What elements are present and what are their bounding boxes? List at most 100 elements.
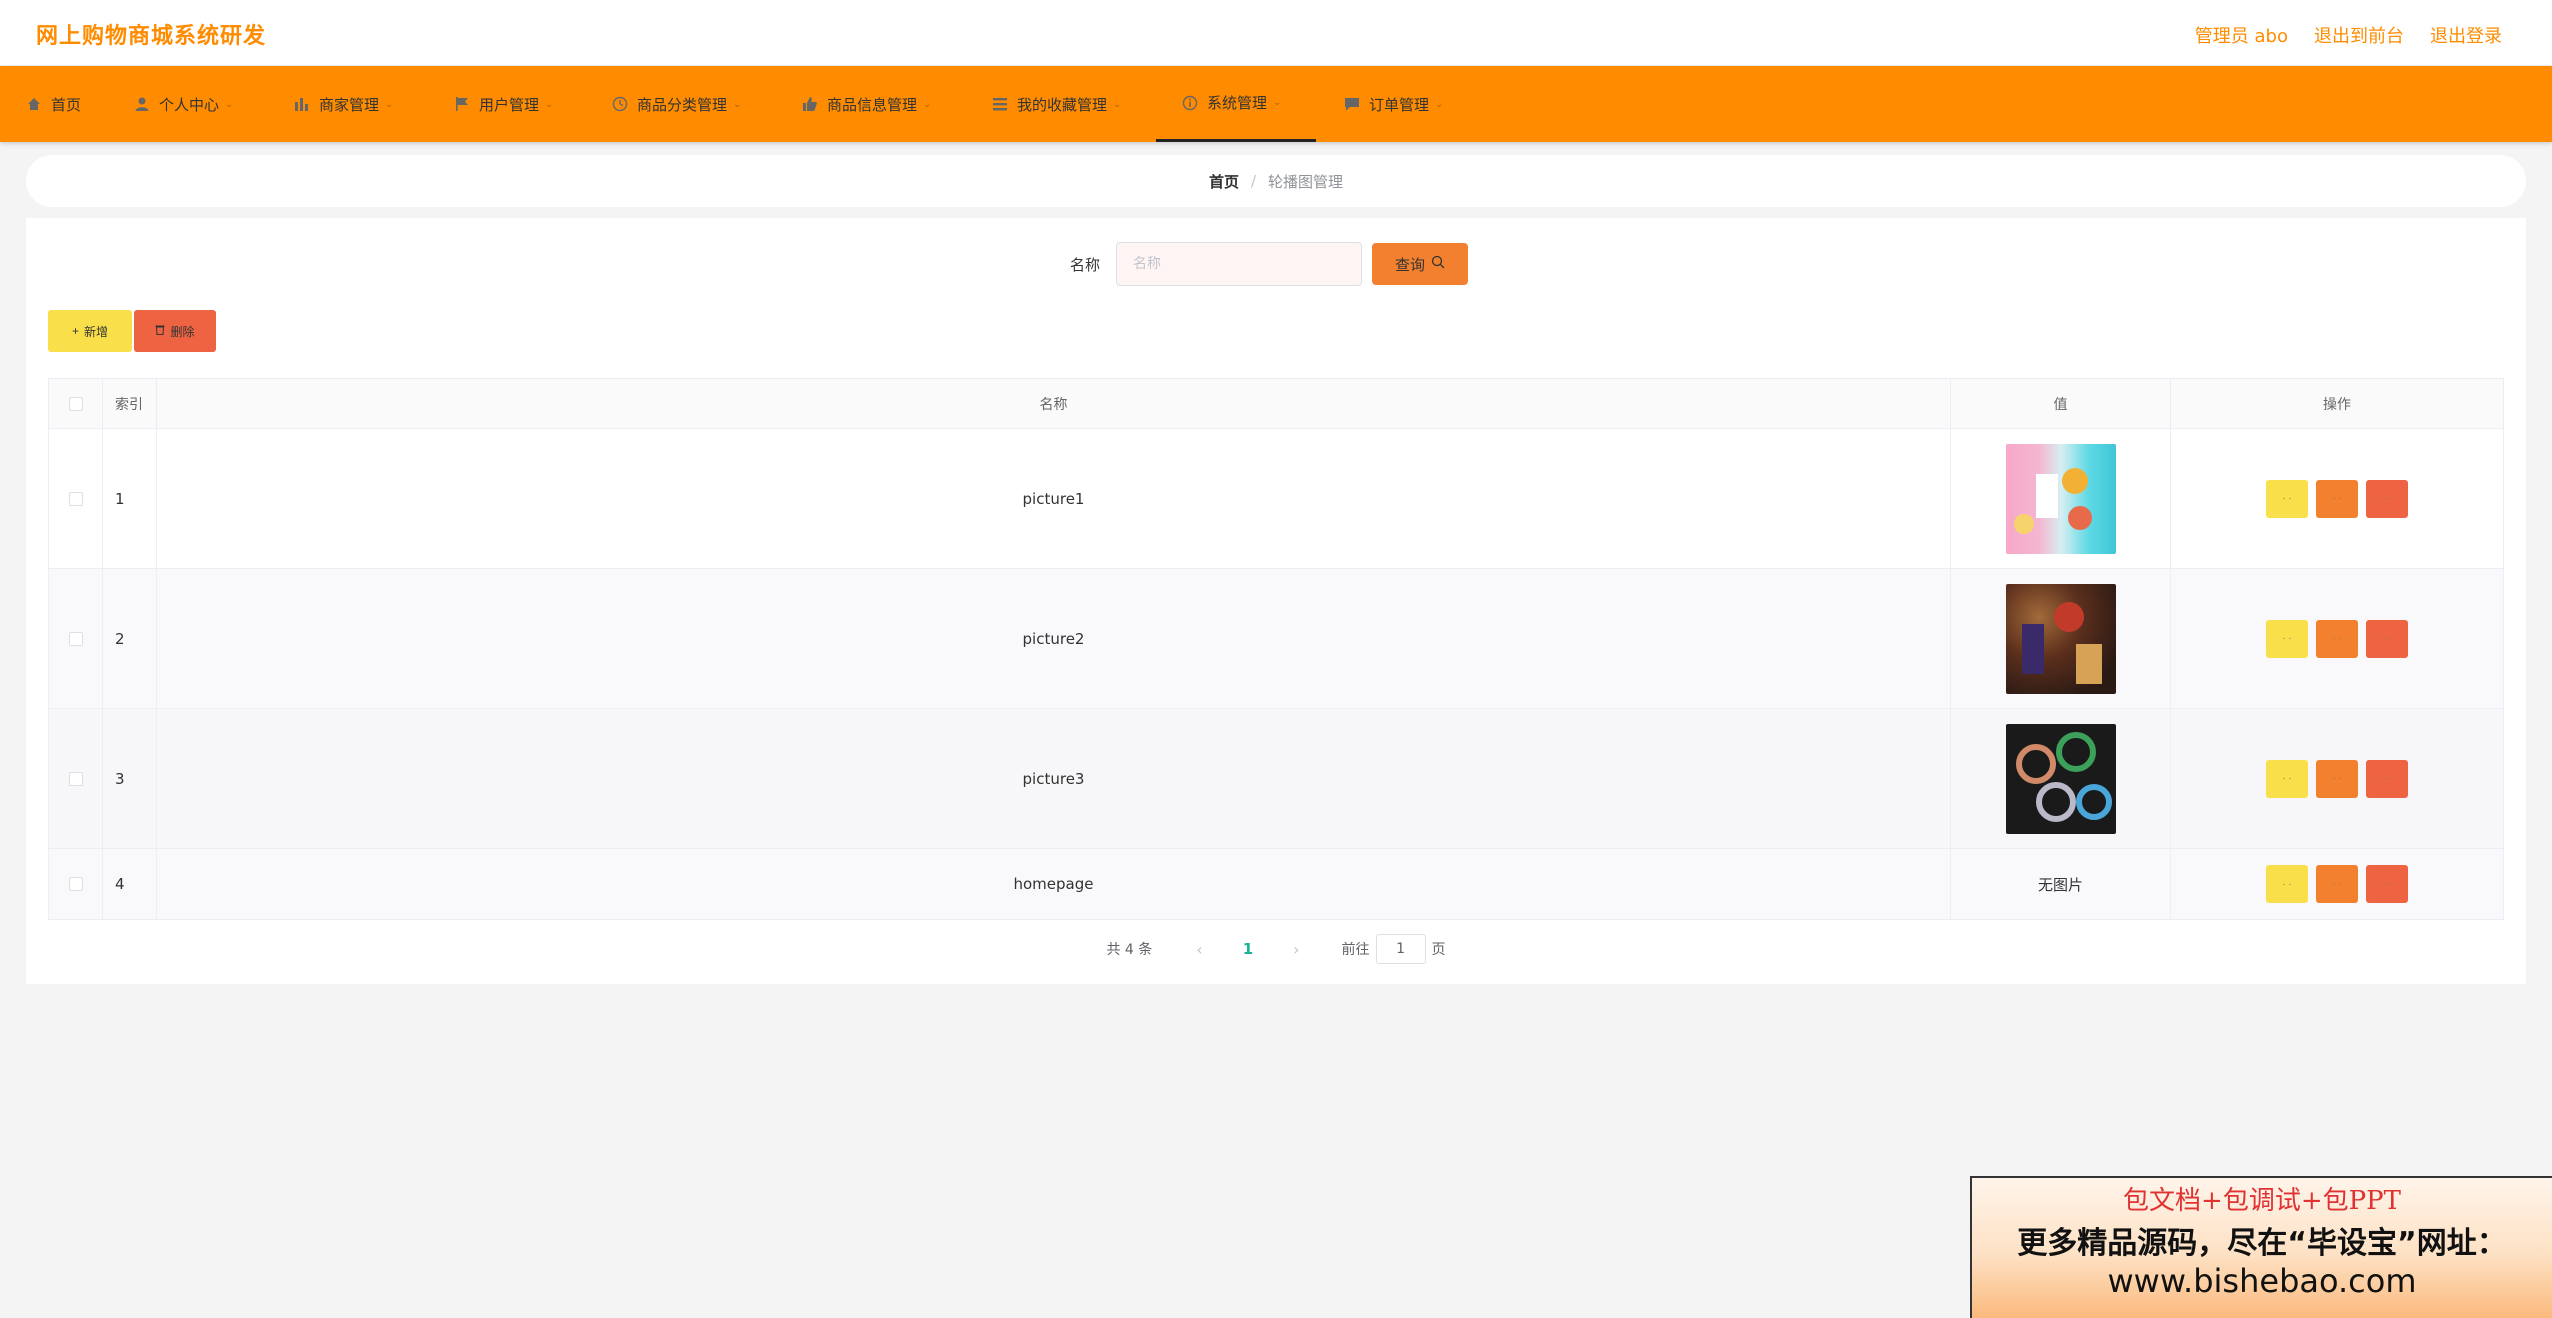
view-button[interactable]: · · bbox=[2266, 865, 2308, 903]
row-delete-button[interactable]: · · bbox=[2366, 759, 2408, 798]
app-title: 网上购物商城系统研发 bbox=[36, 24, 267, 49]
header-index: 索引 bbox=[103, 379, 157, 428]
user-icon bbox=[134, 96, 150, 112]
admin-user-label[interactable]: 管理员 abo bbox=[2195, 22, 2288, 48]
nav-item-users[interactable]: 用户管理 ⌄ bbox=[454, 66, 553, 142]
row-delete-button[interactable]: · · bbox=[2366, 619, 2408, 658]
banner-thumbnail[interactable] bbox=[2005, 443, 2116, 554]
promo-banner: 包文档+包调试+包PPT 更多精品源码，尽在“毕设宝”网址： www.bishe… bbox=[1970, 1176, 2552, 1318]
header-value: 值 bbox=[1951, 379, 2171, 428]
next-page-icon[interactable]: › bbox=[1293, 940, 1299, 959]
to-frontend-link[interactable]: 退出到前台 bbox=[2314, 22, 2404, 48]
list-icon bbox=[992, 96, 1008, 112]
nav-item-product-info[interactable]: 商品信息管理 ⌄ bbox=[802, 66, 931, 142]
table-row: 2 picture2 · · · · · · bbox=[49, 569, 2503, 709]
row-checkbox[interactable] bbox=[68, 631, 83, 646]
search-input[interactable] bbox=[1116, 242, 1362, 286]
delete-button[interactable]: 删除 bbox=[134, 310, 216, 352]
view-button[interactable]: · · bbox=[2266, 619, 2308, 658]
select-all-checkbox[interactable] bbox=[68, 396, 83, 411]
prev-page-icon[interactable]: ‹ bbox=[1196, 940, 1202, 959]
row-index: 2 bbox=[103, 569, 157, 708]
nav-label: 商品分类管理 bbox=[637, 95, 728, 114]
edit-button[interactable]: · · bbox=[2316, 619, 2358, 658]
breadcrumb-current: 轮播图管理 bbox=[1268, 172, 1344, 191]
search-label: 名称 bbox=[1070, 256, 1101, 274]
trash-icon bbox=[155, 324, 165, 338]
edit-button[interactable]: · · bbox=[2316, 759, 2358, 798]
promo-line2: 更多精品源码，尽在“毕设宝”网址： bbox=[2017, 1226, 2507, 1261]
page-jumper: 前往 页 bbox=[1342, 934, 1446, 964]
row-checkbox[interactable] bbox=[68, 771, 83, 786]
banner-thumbnail[interactable] bbox=[2005, 723, 2116, 834]
page-number[interactable]: 1 bbox=[1243, 940, 1253, 958]
nav-item-merchant[interactable]: 商家管理 ⌄ bbox=[294, 66, 393, 142]
chat-icon bbox=[1344, 96, 1360, 112]
view-button[interactable]: · · bbox=[2266, 759, 2308, 798]
chart-icon bbox=[294, 96, 310, 112]
edit-button[interactable]: · · bbox=[2316, 865, 2358, 903]
nav-label: 首页 bbox=[51, 95, 82, 114]
chevron-down-icon: ⌄ bbox=[1113, 98, 1122, 110]
edit-button[interactable]: · · bbox=[2316, 479, 2358, 518]
row-checkbox[interactable] bbox=[68, 491, 83, 506]
breadcrumb-home[interactable]: 首页 bbox=[1209, 171, 1239, 192]
nav-item-home[interactable]: 首页 bbox=[26, 66, 81, 142]
promo-line1: 包文档+包调试+包PPT bbox=[2123, 1186, 2401, 1216]
row-delete-button[interactable]: · · bbox=[2366, 479, 2408, 518]
chevron-down-icon: ⌄ bbox=[923, 98, 932, 110]
nav-item-favorites[interactable]: 我的收藏管理 ⌄ bbox=[992, 66, 1121, 142]
goto-page-input[interactable] bbox=[1375, 934, 1426, 964]
breadcrumb: 首页 / 轮播图管理 bbox=[26, 155, 2526, 207]
row-name: homepage bbox=[157, 849, 1951, 919]
banner-table: 索引 名称 值 操作 1 picture1 · · · · · · 2 pict… bbox=[48, 378, 2504, 920]
row-name: picture1 bbox=[157, 429, 1951, 568]
pagination-total: 共 4 条 bbox=[1106, 942, 1153, 958]
promo-url: www.bishebao.com bbox=[2107, 1262, 2417, 1300]
thumb-icon bbox=[802, 96, 818, 112]
add-button[interactable]: + 新增 bbox=[48, 310, 132, 352]
banner-thumbnail[interactable] bbox=[2005, 583, 2116, 694]
chevron-down-icon: ⌄ bbox=[1435, 98, 1444, 110]
table-row: 1 picture1 · · · · · · bbox=[49, 429, 2503, 569]
nav-label: 用户管理 bbox=[479, 95, 540, 114]
nav-label: 订单管理 bbox=[1369, 95, 1430, 114]
row-index: 4 bbox=[103, 849, 157, 919]
breadcrumb-separator: / bbox=[1250, 172, 1257, 190]
home-icon bbox=[26, 96, 42, 112]
nav-label: 商家管理 bbox=[319, 95, 380, 114]
row-delete-button[interactable]: · · bbox=[2366, 865, 2408, 903]
chevron-down-icon: ⌄ bbox=[225, 98, 234, 110]
search-button[interactable]: 查询 bbox=[1372, 243, 1468, 285]
row-name: picture3 bbox=[157, 709, 1951, 848]
search-row: 名称 查询 bbox=[26, 242, 2526, 286]
clock-icon bbox=[612, 96, 628, 112]
chevron-down-icon: ⌄ bbox=[385, 98, 394, 110]
chevron-down-icon: ⌄ bbox=[733, 98, 742, 110]
delete-button-label: 删除 bbox=[170, 324, 195, 339]
nav-item-category[interactable]: 商品分类管理 ⌄ bbox=[612, 66, 741, 142]
add-button-label: 新增 bbox=[84, 324, 109, 339]
logout-link[interactable]: 退出登录 bbox=[2430, 22, 2502, 48]
search-button-label: 查询 bbox=[1394, 256, 1425, 274]
nav-label: 个人中心 bbox=[159, 95, 220, 114]
flag-icon bbox=[454, 96, 470, 112]
main-content: 名称 查询 + 新增 删除 索引 名称 值 操作 1 picture1 bbox=[26, 218, 2526, 984]
no-image-text: 无图片 bbox=[1951, 849, 2171, 919]
nav-item-profile[interactable]: 个人中心 ⌄ bbox=[134, 66, 233, 142]
view-button[interactable]: · · bbox=[2266, 479, 2308, 518]
row-checkbox[interactable] bbox=[68, 877, 83, 891]
nav-label: 系统管理 bbox=[1207, 94, 1268, 112]
top-links: 管理员 abo 退出到前台 退出登录 bbox=[2195, 22, 2502, 48]
chevron-down-icon: ⌄ bbox=[1273, 97, 1282, 108]
plus-icon: + bbox=[71, 324, 79, 338]
goto-suffix: 页 bbox=[1431, 942, 1446, 958]
nav-item-orders[interactable]: 订单管理 ⌄ bbox=[1344, 66, 1443, 142]
table-header: 索引 名称 值 操作 bbox=[49, 379, 2503, 429]
main-nav: 首页 个人中心 ⌄ 商家管理 ⌄ 用户管理 ⌄ 商品分类管理 ⌄ 商品信息管理 … bbox=[0, 66, 2552, 142]
row-index: 3 bbox=[103, 709, 157, 848]
table-row: 4 homepage 无图片 · · · · · · bbox=[49, 849, 2503, 919]
goto-prefix: 前往 bbox=[1341, 942, 1370, 958]
search-icon bbox=[1431, 255, 1445, 273]
nav-item-system[interactable]: 系统管理 ⌄ bbox=[1156, 66, 1316, 142]
